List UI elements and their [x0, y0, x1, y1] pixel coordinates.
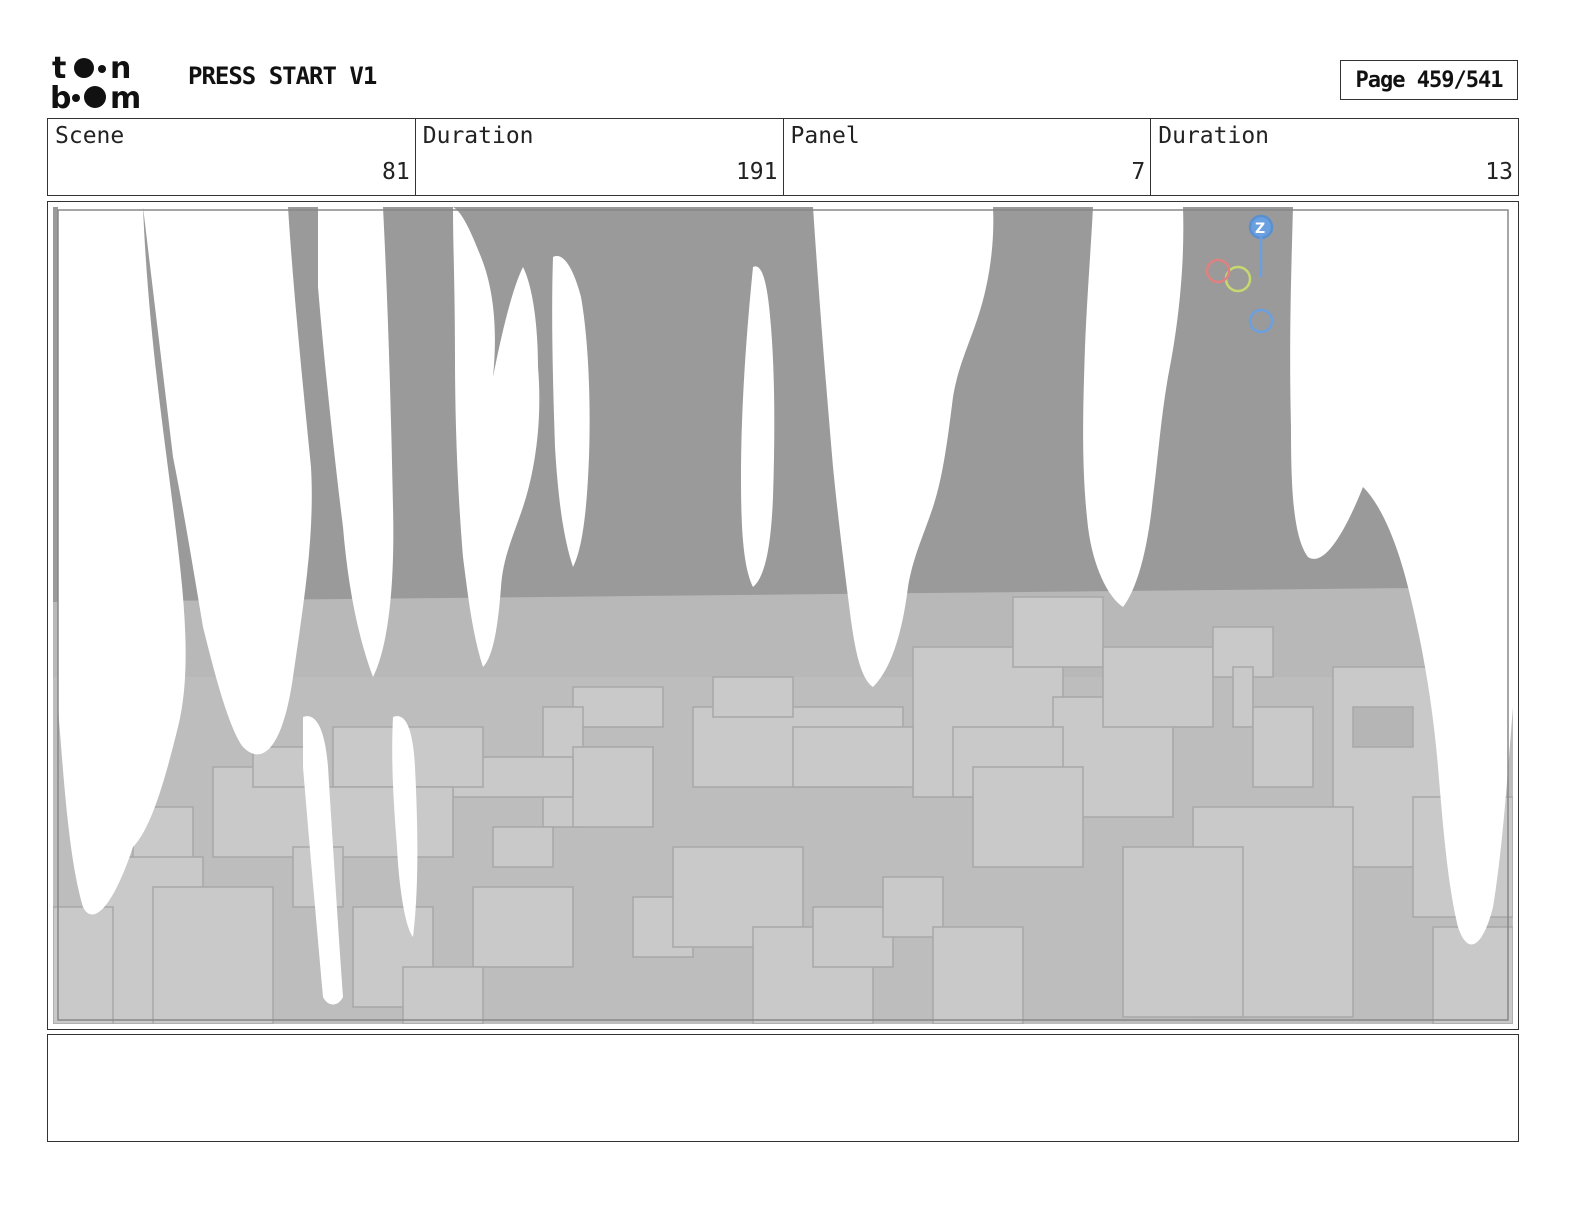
- svg-text:b: b: [50, 81, 71, 112]
- toon-boom-logo: t n b m: [50, 51, 141, 112]
- scene-cell: Scene 81: [48, 119, 416, 195]
- panel-duration-label: Duration: [1158, 123, 1270, 149]
- panel-frame: Z: [47, 201, 1519, 1030]
- panel-label: Panel: [790, 123, 860, 149]
- panel-cell: Panel 7: [784, 119, 1152, 195]
- scene-duration-label: Duration: [422, 123, 534, 149]
- scene-duration-cell: Duration 191: [416, 119, 784, 195]
- project-title: PRESS START V1: [188, 62, 377, 90]
- page-number: Page 459/541: [1340, 60, 1518, 100]
- svg-text:m: m: [110, 81, 141, 112]
- panel-value: 7: [1131, 159, 1146, 185]
- scene-duration-value: 191: [735, 159, 778, 185]
- panel-info-row: Scene 81 Duration 191 Panel 7 Duration 1…: [47, 118, 1519, 196]
- storyboard-panel-image: Z: [53, 207, 1513, 1024]
- notes-box: [47, 1034, 1519, 1142]
- panel-duration-cell: Duration 13: [1151, 119, 1518, 195]
- panel-duration-value: 13: [1485, 159, 1513, 185]
- scene-value: 81: [382, 159, 410, 185]
- scene-label: Scene: [55, 123, 125, 149]
- gizmo-axis-label: Z: [1255, 221, 1265, 237]
